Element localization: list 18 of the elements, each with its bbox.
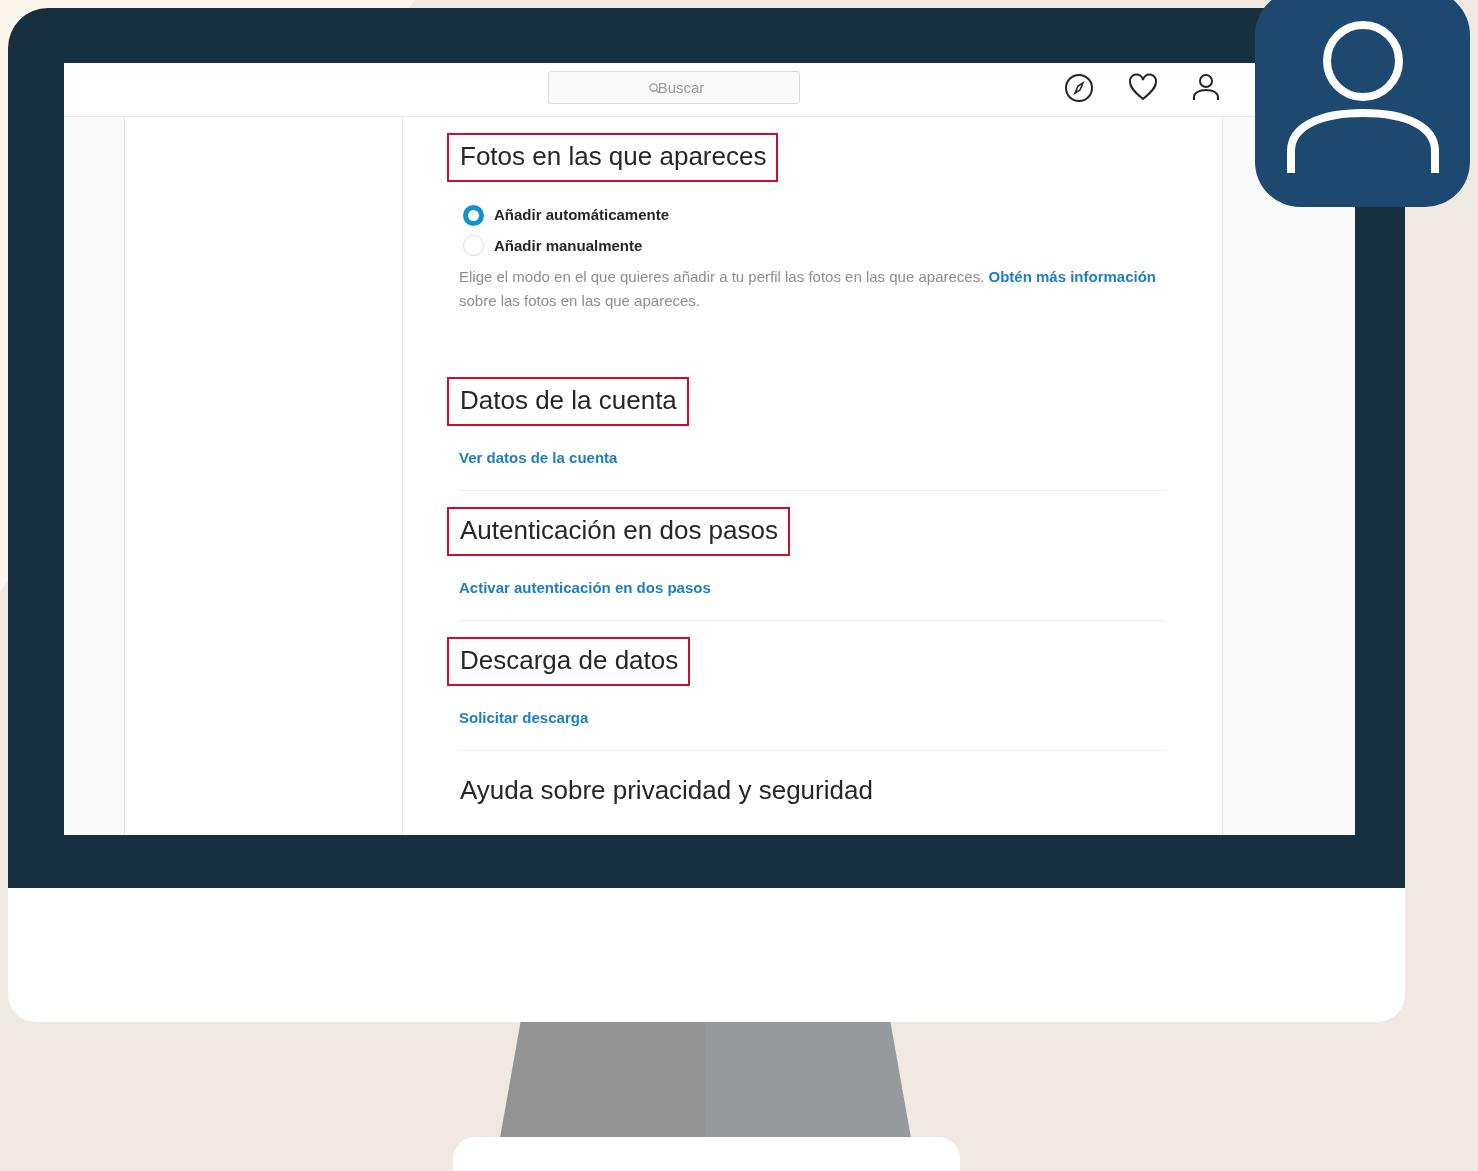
radio-label[interactable]: Añadir manualmente <box>494 234 643 257</box>
search-field[interactable]: Buscar <box>548 71 800 104</box>
settings-link[interactable]: Activar autenticación en dos pasos <box>459 579 711 596</box>
radio-button[interactable] <box>463 204 484 226</box>
section-title: Fotos en las que apareces <box>447 133 779 182</box>
user-icon[interactable] <box>1192 73 1220 101</box>
section-title: Ayuda sobre privacidad y seguridad <box>459 774 874 807</box>
section-title: Datos de la cuenta <box>447 377 689 426</box>
section-title: Autenticación en dos pasos <box>447 507 790 556</box>
heart-icon[interactable] <box>1128 73 1158 101</box>
info-link[interactable]: Obtén más información <box>988 268 1157 285</box>
description-text: Elige el modo en el que quieres añadir a tu perfil las fotos en las que apareces. Obtén más información sobre las fotos en las que apareces. <box>459 267 1158 311</box>
settings-link[interactable]: Ver datos de la cuenta <box>459 449 618 466</box>
search-icon <box>649 83 660 94</box>
section-title: Descarga de datos <box>447 637 691 686</box>
compass-icon[interactable] <box>1064 73 1094 103</box>
radio-label[interactable]: Añadir automáticamente <box>494 204 670 227</box>
settings-link[interactable]: Solicitar descarga <box>459 709 589 726</box>
